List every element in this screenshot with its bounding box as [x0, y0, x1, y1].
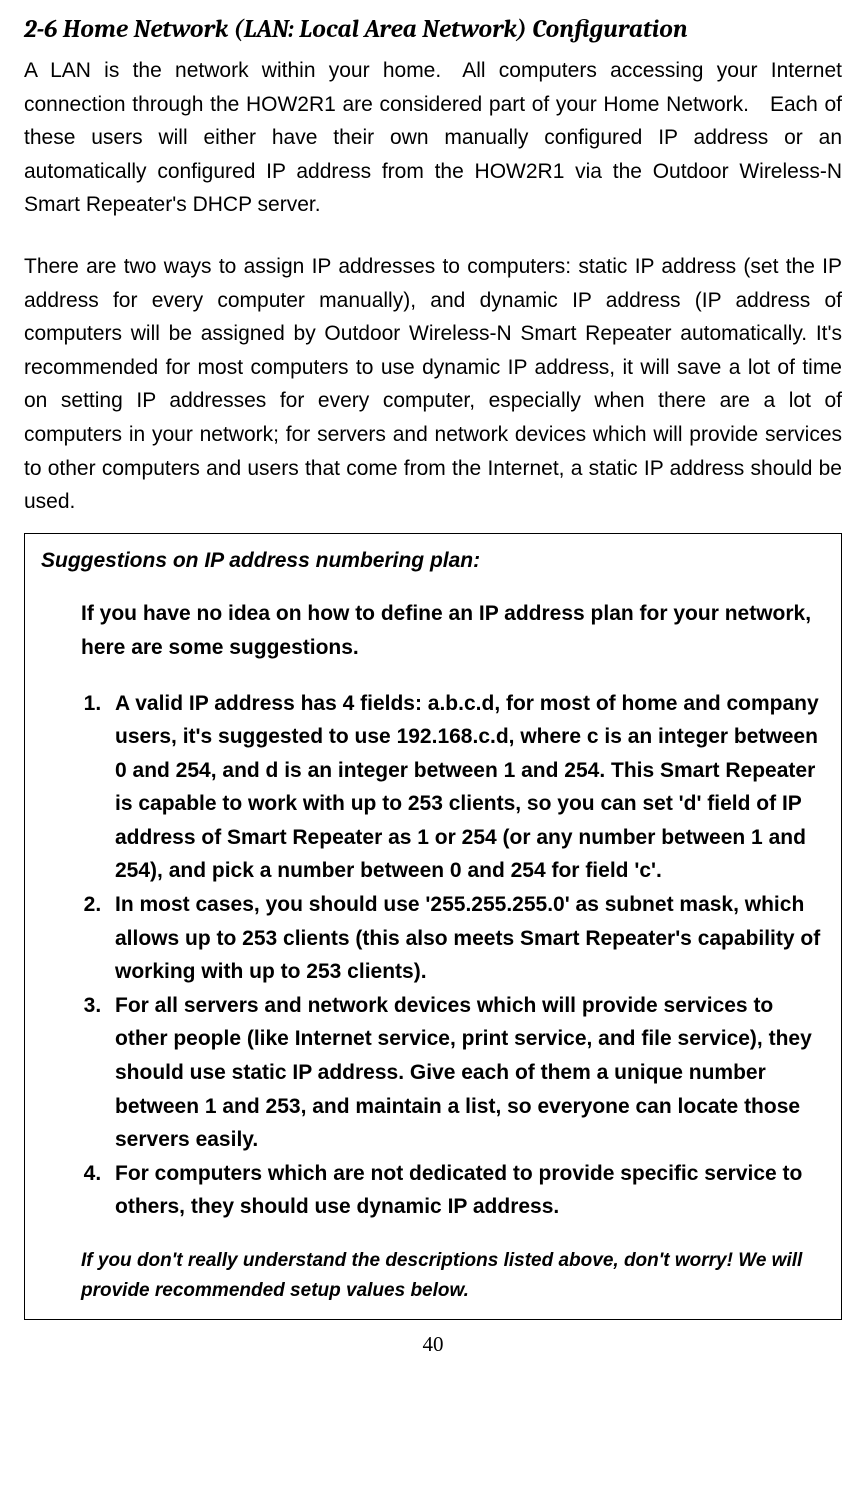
suggestions-list: A valid IP address has 4 fields: a.b.c.d…: [41, 687, 825, 1225]
paragraph-spacer: [24, 230, 842, 250]
list-item: A valid IP address has 4 fields: a.b.c.d…: [107, 687, 825, 889]
list-item: In most cases, you should use '255.255.2…: [107, 888, 825, 989]
list-item: For all servers and network devices whic…: [107, 989, 825, 1157]
paragraph-methods: There are two ways to assign IP addresse…: [24, 250, 842, 519]
page-number: 40: [24, 1328, 842, 1362]
box-intro: If you have no idea on how to define an …: [41, 597, 825, 664]
list-item: For computers which are not dedicated to…: [107, 1157, 825, 1224]
section-heading: 2-6 Home Network (LAN: Local Area Networ…: [24, 10, 842, 50]
paragraph-intro: A LAN is the network within your home. A…: [24, 54, 842, 222]
suggestions-box: Suggestions on IP address numbering plan…: [24, 533, 842, 1320]
box-title: Suggestions on IP address numbering plan…: [41, 544, 825, 578]
box-footer: If you don't really understand the descr…: [41, 1246, 825, 1307]
